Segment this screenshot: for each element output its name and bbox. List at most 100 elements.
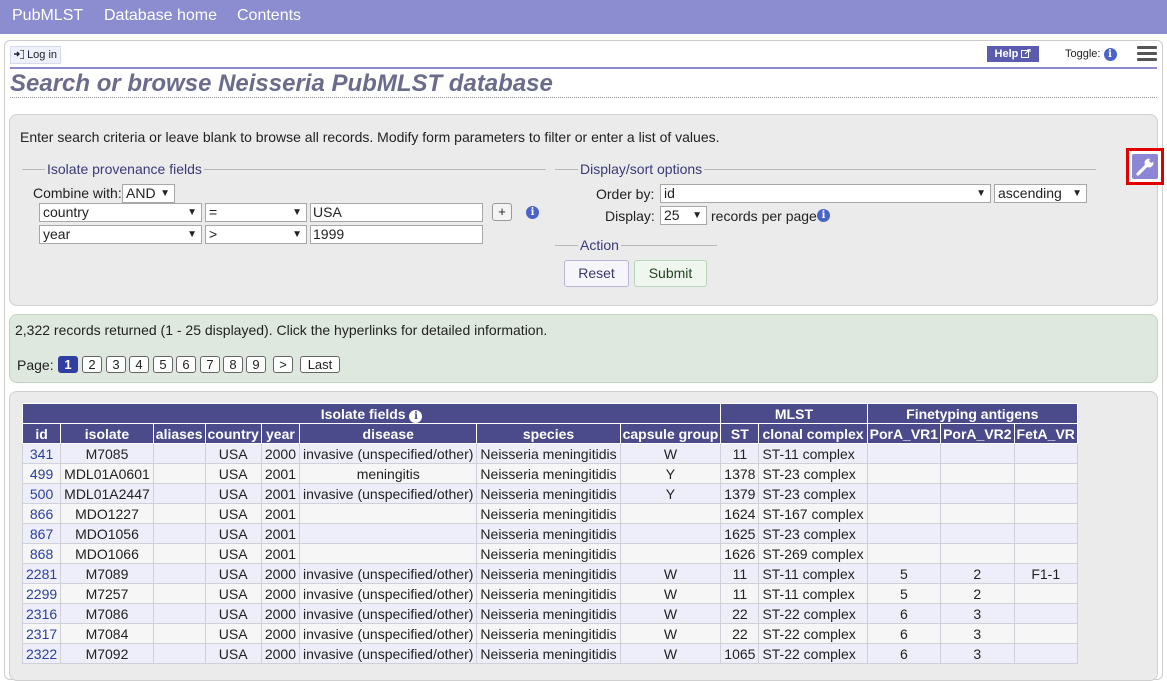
page-7-button[interactable]: 7 (200, 356, 220, 373)
table-row: 2281 M7089 USA 2000 invasive (unspecified/ot… (21, 563, 1078, 584)
cell-country: USA (204, 563, 262, 584)
col-header-clonal-complex[interactable]: clonal complex (758, 423, 868, 444)
col-header-capsule-group[interactable]: capsule group (619, 423, 722, 444)
isolate-id-link[interactable]: 2299 (26, 586, 57, 602)
isolate-id-link[interactable]: 499 (30, 466, 53, 482)
cell-st: 1065 (720, 643, 760, 664)
add-row-button[interactable]: + (492, 203, 512, 221)
results-table-body: 341 M7085 USA 2000 invasive (unspecified/oth… (21, 443, 1078, 664)
reset-button[interactable]: Reset (564, 260, 629, 287)
isolate-id-link[interactable]: 2317 (26, 626, 57, 642)
col-header-isolate[interactable]: isolate (60, 423, 154, 444)
chevron-down-icon: ▼ (160, 188, 170, 199)
cell-clonal-complex: ST-269 complex (758, 543, 868, 564)
combine-select[interactable]: AND ▼ (122, 184, 175, 203)
isolate-id-link[interactable]: 867 (30, 526, 53, 542)
col-header-id[interactable]: id (21, 423, 62, 444)
isolate-id-link[interactable]: 2281 (26, 566, 57, 582)
submit-button[interactable]: Submit (634, 260, 707, 287)
order-by-value: id (664, 185, 675, 201)
nav-contents[interactable]: Contents (237, 7, 301, 25)
cell-pora-vr2 (940, 463, 1015, 484)
cell-capsule-group (619, 503, 722, 524)
header-divider (10, 67, 1157, 69)
field-select-1[interactable]: country ▼ (39, 203, 202, 222)
cell-feta-vr (1013, 483, 1078, 504)
cell-disease: invasive (unspecified/other) (298, 643, 478, 664)
toggle-info-icon[interactable]: i (1103, 48, 1117, 61)
group-header-mlst: MLST (720, 403, 868, 424)
col-header-st[interactable]: ST (720, 423, 760, 444)
cell-isolate: M7085 (60, 443, 154, 464)
cell-isolate: MDL01A2447 (60, 483, 154, 504)
login-button[interactable]: Log in (10, 46, 62, 64)
modify-form-button[interactable] (1126, 148, 1164, 185)
isolate-id-link[interactable]: 868 (30, 546, 53, 562)
cell-country: USA (204, 543, 262, 564)
cell-feta-vr (1013, 523, 1078, 544)
cell-pora-vr1 (866, 483, 942, 504)
cell-id: 499 (21, 463, 62, 484)
isolate-id-link[interactable]: 341 (30, 446, 53, 462)
cell-disease: invasive (unspecified/other) (298, 623, 478, 644)
col-header-pora-vr2[interactable]: PorA_VR2 (940, 423, 1015, 444)
page-1-button[interactable]: 1 (58, 356, 78, 373)
page-5-button[interactable]: 5 (153, 356, 173, 373)
order-by-select[interactable]: id ▼ (660, 184, 991, 203)
help-button[interactable]: Help (987, 46, 1039, 62)
cell-id: 866 (21, 503, 62, 524)
nav-database-home[interactable]: Database home (104, 7, 217, 25)
page-4-button[interactable]: 4 (129, 356, 149, 373)
cell-species: Neisseria meningitidis (476, 583, 621, 604)
isolate-id-link[interactable]: 500 (30, 486, 53, 502)
isolate-fields-info-icon[interactable]: i (409, 409, 423, 423)
value-input-1[interactable]: USA (310, 203, 483, 222)
isolate-id-link[interactable]: 2322 (26, 646, 57, 662)
page-9-button[interactable]: 9 (246, 356, 266, 373)
cell-year: 2000 (260, 563, 301, 584)
operator-select-1[interactable]: = ▼ (205, 203, 307, 222)
table-row: 500 MDL01A2447 USA 2001 invasive (unspecifie… (21, 483, 1078, 504)
cell-aliases (152, 623, 206, 644)
sort-direction-select[interactable]: ascending ▼ (994, 184, 1087, 203)
add-row-info-icon[interactable]: i (526, 206, 539, 219)
results-summary: 2,322 records returned (1 - 25 displayed… (15, 322, 548, 338)
page-3-button[interactable]: 3 (106, 356, 126, 373)
page-6-button[interactable]: 6 (176, 356, 196, 373)
display-count-value: 25 (664, 207, 680, 223)
isolate-id-link[interactable]: 866 (30, 506, 53, 522)
field-select-2[interactable]: year ▼ (39, 225, 202, 244)
cell-disease (298, 543, 478, 564)
cell-st: 1625 (720, 523, 760, 544)
col-header-disease[interactable]: disease (298, 423, 478, 444)
operator-select-2[interactable]: > ▼ (205, 225, 307, 244)
col-header-country[interactable]: country (204, 423, 262, 444)
hamburger-menu-icon[interactable] (1137, 46, 1157, 62)
cell-id: 2317 (21, 623, 62, 644)
col-header-year[interactable]: year (260, 423, 301, 444)
col-header-species[interactable]: species (476, 423, 621, 444)
toggle-control[interactable]: Toggle: i (1065, 46, 1117, 62)
value-input-2[interactable]: 1999 (310, 225, 483, 244)
results-table: Isolate fields i MLST Finetyping antigen… (21, 403, 1078, 664)
display-count-select[interactable]: 25 ▼ (660, 206, 707, 225)
col-header-feta-vr[interactable]: FetA_VR (1013, 423, 1078, 444)
cell-year: 2000 (260, 443, 301, 464)
cell-st: 1626 (720, 543, 760, 564)
col-header-aliases[interactable]: aliases (152, 423, 206, 444)
cell-isolate: MDL01A0601 (60, 463, 154, 484)
page-8-button[interactable]: 8 (223, 356, 243, 373)
col-header-pora-vr1[interactable]: PorA_VR1 (866, 423, 942, 444)
chevron-down-icon: ▼ (292, 229, 302, 240)
title-divider (10, 97, 1157, 98)
next-page-button[interactable]: > (273, 356, 293, 373)
nav-pubmlst[interactable]: PubMLST (12, 7, 83, 25)
records-per-page-info-icon[interactable]: i (817, 209, 830, 222)
last-page-button[interactable]: Last (300, 356, 340, 373)
cell-disease: invasive (unspecified/other) (298, 443, 478, 464)
cell-capsule-group: W (619, 563, 722, 584)
cell-capsule-group: W (619, 643, 722, 664)
page-2-button[interactable]: 2 (82, 356, 102, 373)
cell-aliases (152, 543, 206, 564)
isolate-id-link[interactable]: 2316 (26, 606, 57, 622)
